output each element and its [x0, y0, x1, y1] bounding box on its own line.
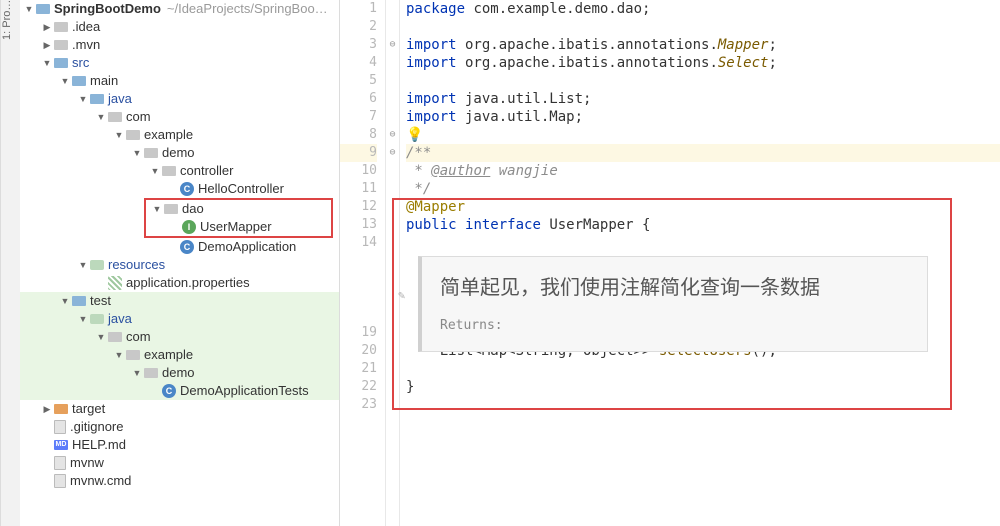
fold-toggle-icon[interactable]: ⊖ — [386, 36, 399, 54]
chevron-down-icon[interactable] — [150, 162, 160, 180]
tree-item[interactable]: demo — [162, 364, 195, 382]
tree-item[interactable]: mvnw.cmd — [70, 472, 131, 490]
package-icon — [108, 112, 122, 122]
tree-item-usermapper[interactable]: UserMapper — [200, 218, 272, 236]
tree-item[interactable]: test — [90, 292, 111, 310]
file-icon — [54, 456, 66, 470]
code-area[interactable]: ✎ package com.example.demo.dao; import o… — [400, 0, 1000, 526]
pencil-icon: ✎ — [398, 288, 405, 302]
tree-item[interactable]: HELP.md — [72, 436, 126, 454]
folder-icon — [54, 58, 68, 68]
fold-toggle-icon[interactable]: ⊖ — [386, 144, 399, 162]
tree-item[interactable]: com — [126, 108, 151, 126]
resources-folder-icon — [90, 260, 104, 270]
test-folder-icon — [90, 314, 104, 324]
tree-item[interactable]: .mvn — [72, 36, 100, 54]
tree-item[interactable]: HelloController — [198, 180, 284, 198]
folder-icon — [72, 76, 86, 86]
chevron-down-icon[interactable] — [78, 256, 88, 274]
package-icon — [162, 166, 176, 176]
class-icon — [180, 182, 194, 196]
interface-icon — [182, 220, 196, 234]
code-editor[interactable]: 12 34 56 78 910 1112 1314 1920 2122 23 ⊖… — [340, 0, 1000, 526]
chevron-right-icon[interactable] — [42, 400, 52, 418]
line-number-gutter[interactable]: 12 34 56 78 910 1112 1314 1920 2122 23 — [340, 0, 386, 526]
tree-item[interactable]: com — [126, 328, 151, 346]
tree-item[interactable]: demo — [162, 144, 195, 162]
tree-item[interactable]: .gitignore — [70, 418, 123, 436]
chevron-down-icon[interactable] — [114, 126, 124, 144]
tree-item[interactable]: java — [108, 90, 132, 108]
tree-item[interactable]: target — [72, 400, 105, 418]
folder-icon — [72, 296, 86, 306]
tree-item[interactable]: application.properties — [126, 274, 250, 292]
folder-icon — [54, 40, 68, 50]
chevron-down-icon[interactable] — [96, 108, 106, 126]
chevron-down-icon[interactable] — [78, 90, 88, 108]
package-icon — [108, 332, 122, 342]
chevron-down-icon[interactable] — [96, 328, 106, 346]
package-icon — [144, 368, 158, 378]
chevron-right-icon[interactable] — [42, 18, 52, 36]
chevron-down-icon[interactable] — [132, 364, 142, 382]
package-icon — [164, 204, 178, 214]
tree-item[interactable]: DemoApplication — [198, 238, 296, 256]
tree-item[interactable]: java — [108, 310, 132, 328]
tree-item[interactable]: resources — [108, 256, 165, 274]
folder-icon — [54, 22, 68, 32]
javadoc-tooltip: 简单起见，我们使用注解简化查询一条数据 Returns: — [418, 256, 928, 352]
file-icon — [54, 420, 66, 434]
package-icon — [126, 350, 140, 360]
tree-item-dao[interactable]: dao — [182, 200, 204, 218]
tooltip-text: 简单起见，我们使用注解简化查询一条数据 — [440, 271, 909, 300]
tree-item[interactable]: controller — [180, 162, 233, 180]
chevron-down-icon[interactable] — [78, 310, 88, 328]
chevron-down-icon[interactable] — [42, 54, 52, 72]
excluded-folder-icon — [54, 404, 68, 414]
tree-item[interactable]: .idea — [72, 18, 100, 36]
fold-toggle-icon[interactable]: ⊖ — [386, 126, 399, 144]
tree-item[interactable]: example — [144, 126, 193, 144]
tree-item[interactable]: src — [72, 54, 89, 72]
markdown-file-icon — [54, 440, 68, 450]
chevron-down-icon[interactable] — [60, 72, 70, 90]
package-icon — [144, 148, 158, 158]
tree-item[interactable]: example — [144, 346, 193, 364]
chevron-down-icon[interactable] — [24, 0, 34, 18]
project-icon — [36, 4, 50, 14]
file-icon — [54, 474, 66, 488]
fold-gutter[interactable]: ⊖ ⊖ ⊖ — [386, 0, 400, 526]
tooltip-returns-label: Returns: — [440, 318, 909, 333]
class-icon — [162, 384, 176, 398]
source-folder-icon — [90, 94, 104, 104]
intention-bulb-icon[interactable]: 💡 — [406, 127, 423, 143]
chevron-right-icon[interactable] — [42, 36, 52, 54]
tree-root-label[interactable]: SpringBootDemo — [54, 0, 161, 18]
class-icon — [180, 240, 194, 254]
package-icon — [126, 130, 140, 140]
tree-item[interactable]: DemoApplicationTests — [180, 382, 309, 400]
chevron-down-icon[interactable] — [114, 346, 124, 364]
chevron-down-icon[interactable] — [60, 292, 70, 310]
project-tree[interactable]: SpringBootDemo ~/IdeaProjects/SpringBoo…… — [20, 0, 340, 526]
tool-window-stripe[interactable]: 1: Pro… — [0, 0, 20, 526]
tree-item[interactable]: mvnw — [70, 454, 104, 472]
chevron-down-icon[interactable] — [152, 200, 162, 218]
chevron-down-icon[interactable] — [132, 144, 142, 162]
tree-root-path: ~/IdeaProjects/SpringBoo… — [167, 0, 328, 18]
tree-item[interactable]: main — [90, 72, 118, 90]
properties-file-icon — [108, 276, 122, 290]
